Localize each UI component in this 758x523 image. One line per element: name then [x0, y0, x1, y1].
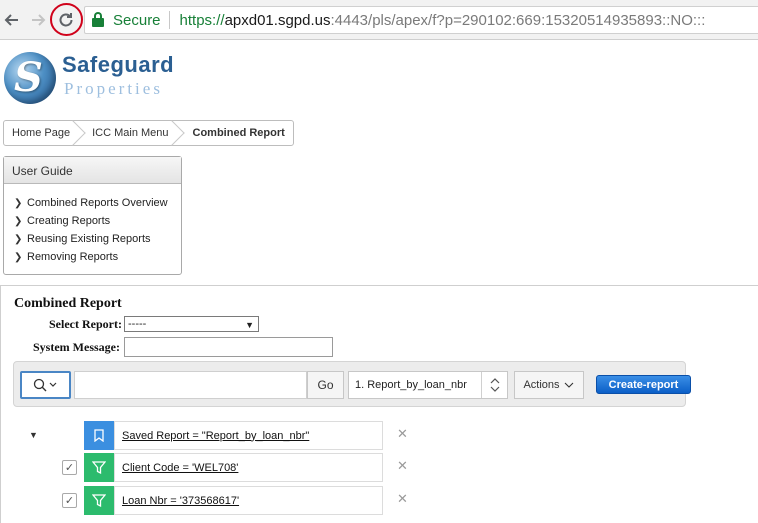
breadcrumb-current: Combined Report	[192, 127, 285, 139]
lock-icon	[91, 12, 105, 28]
create-report-button[interactable]: Create-report	[596, 375, 691, 394]
url-host: apxd01.sgpd.us	[224, 11, 331, 29]
safeguard-logo[interactable]: S Safeguard Properties	[4, 50, 174, 106]
guide-item-overview[interactable]: ❯ Combined Reports Overview	[14, 194, 181, 212]
select-report-dropdown[interactable]: ----- ▼	[124, 316, 259, 332]
funnel-icon	[84, 453, 114, 482]
saved-report-row: Saved Report = "Report_by_loan_nbr" ✕	[0, 421, 420, 450]
bookmark-icon	[84, 421, 114, 450]
close-icon[interactable]: ✕	[397, 491, 408, 507]
reload-icon[interactable]	[54, 8, 78, 32]
actions-label: Actions	[523, 379, 560, 391]
guide-item-label: Reusing Existing Reports	[27, 233, 151, 245]
chevron-right-icon: ❯	[14, 233, 23, 245]
secure-label: Secure	[113, 11, 161, 29]
region-divider	[0, 285, 758, 286]
breadcrumb-home[interactable]: Home Page	[4, 121, 84, 145]
address-bar[interactable]: Secure https://apxd01.sgpd.us:4443/pls/a…	[84, 6, 758, 34]
guide-item-reusing[interactable]: ❯ Reusing Existing Reports	[14, 230, 181, 248]
chevron-down-icon	[564, 382, 573, 388]
divider	[168, 11, 170, 29]
close-icon[interactable]: ✕	[397, 458, 408, 474]
report-toolbar: Go 1. Report_by_loan_nbr Actions Create-…	[13, 361, 691, 407]
user-guide-list: ❯ Combined Reports Overview ❯ Creating Rep…	[4, 184, 181, 266]
magnifier-icon	[33, 378, 56, 392]
system-message-label: System Message:	[33, 340, 120, 354]
logo-initial: S	[14, 54, 43, 101]
filter-row: ✓ Loan Nbr = '373568617' ✕	[0, 486, 420, 515]
chevron-right-icon: ❯	[14, 251, 23, 263]
funnel-icon	[84, 486, 114, 515]
arrow-left-icon[interactable]	[0, 8, 24, 32]
actions-menu-button[interactable]: Actions	[514, 371, 584, 399]
user-guide-title: User Guide	[4, 157, 181, 184]
guide-item-creating[interactable]: ❯ Creating Reports	[14, 212, 181, 230]
arrow-right-icon[interactable]	[26, 8, 50, 32]
guide-item-label: Creating Reports	[27, 215, 111, 227]
region-title: Combined Report	[14, 296, 122, 311]
saved-report-select[interactable]: 1. Report_by_loan_nbr	[348, 371, 508, 399]
up-down-arrows-icon	[481, 372, 507, 398]
chevron-right-icon: ❯	[14, 215, 23, 227]
system-message-field[interactable]	[124, 337, 333, 357]
select-report-value: -----	[128, 318, 147, 330]
logo-name: Safeguard	[62, 52, 175, 77]
saved-report-value: 1. Report_by_loan_nbr	[355, 379, 467, 391]
search-column-button[interactable]	[20, 371, 71, 399]
breadcrumb: Home Page ICC Main Menu Combined Report	[3, 120, 294, 146]
logo-subtitle: Properties	[64, 79, 163, 98]
guide-item-removing[interactable]: ❯ Removing Reports	[14, 248, 181, 266]
browser-toolbar: Secure https://apxd01.sgpd.us:4443/pls/a…	[0, 0, 758, 40]
breadcrumb-icc-main-menu[interactable]: ICC Main Menu	[84, 121, 182, 145]
saved-report-filter-link[interactable]: Saved Report = "Report_by_loan_nbr"	[114, 421, 383, 450]
filter-enable-checkbox[interactable]: ✓	[62, 493, 77, 508]
close-icon[interactable]: ✕	[397, 426, 408, 442]
select-report-label: Select Report:	[49, 317, 122, 331]
user-guide-panel: User Guide ❯ Combined Reports Overview ❯ C…	[3, 156, 182, 275]
filter-row: ✓ Client Code = 'WEL708' ✕	[0, 453, 420, 482]
guide-item-label: Removing Reports	[27, 251, 119, 263]
filter-enable-checkbox[interactable]: ✓	[62, 460, 77, 475]
chevron-right-icon: ❯	[14, 197, 23, 209]
filter-loan-nbr-link[interactable]: Loan Nbr = '373568617'	[114, 486, 383, 515]
go-button[interactable]: Go	[307, 371, 344, 399]
guide-item-label: Combined Reports Overview	[27, 197, 168, 209]
dropdown-arrow-icon: ▼	[245, 320, 254, 330]
url-path: :4443/pls/apex/f?p=290102:669:1532051493…	[330, 11, 706, 29]
search-input[interactable]	[74, 371, 307, 399]
url-scheme: https://	[179, 11, 225, 29]
filter-client-code-link[interactable]: Client Code = 'WEL708'	[114, 453, 383, 482]
